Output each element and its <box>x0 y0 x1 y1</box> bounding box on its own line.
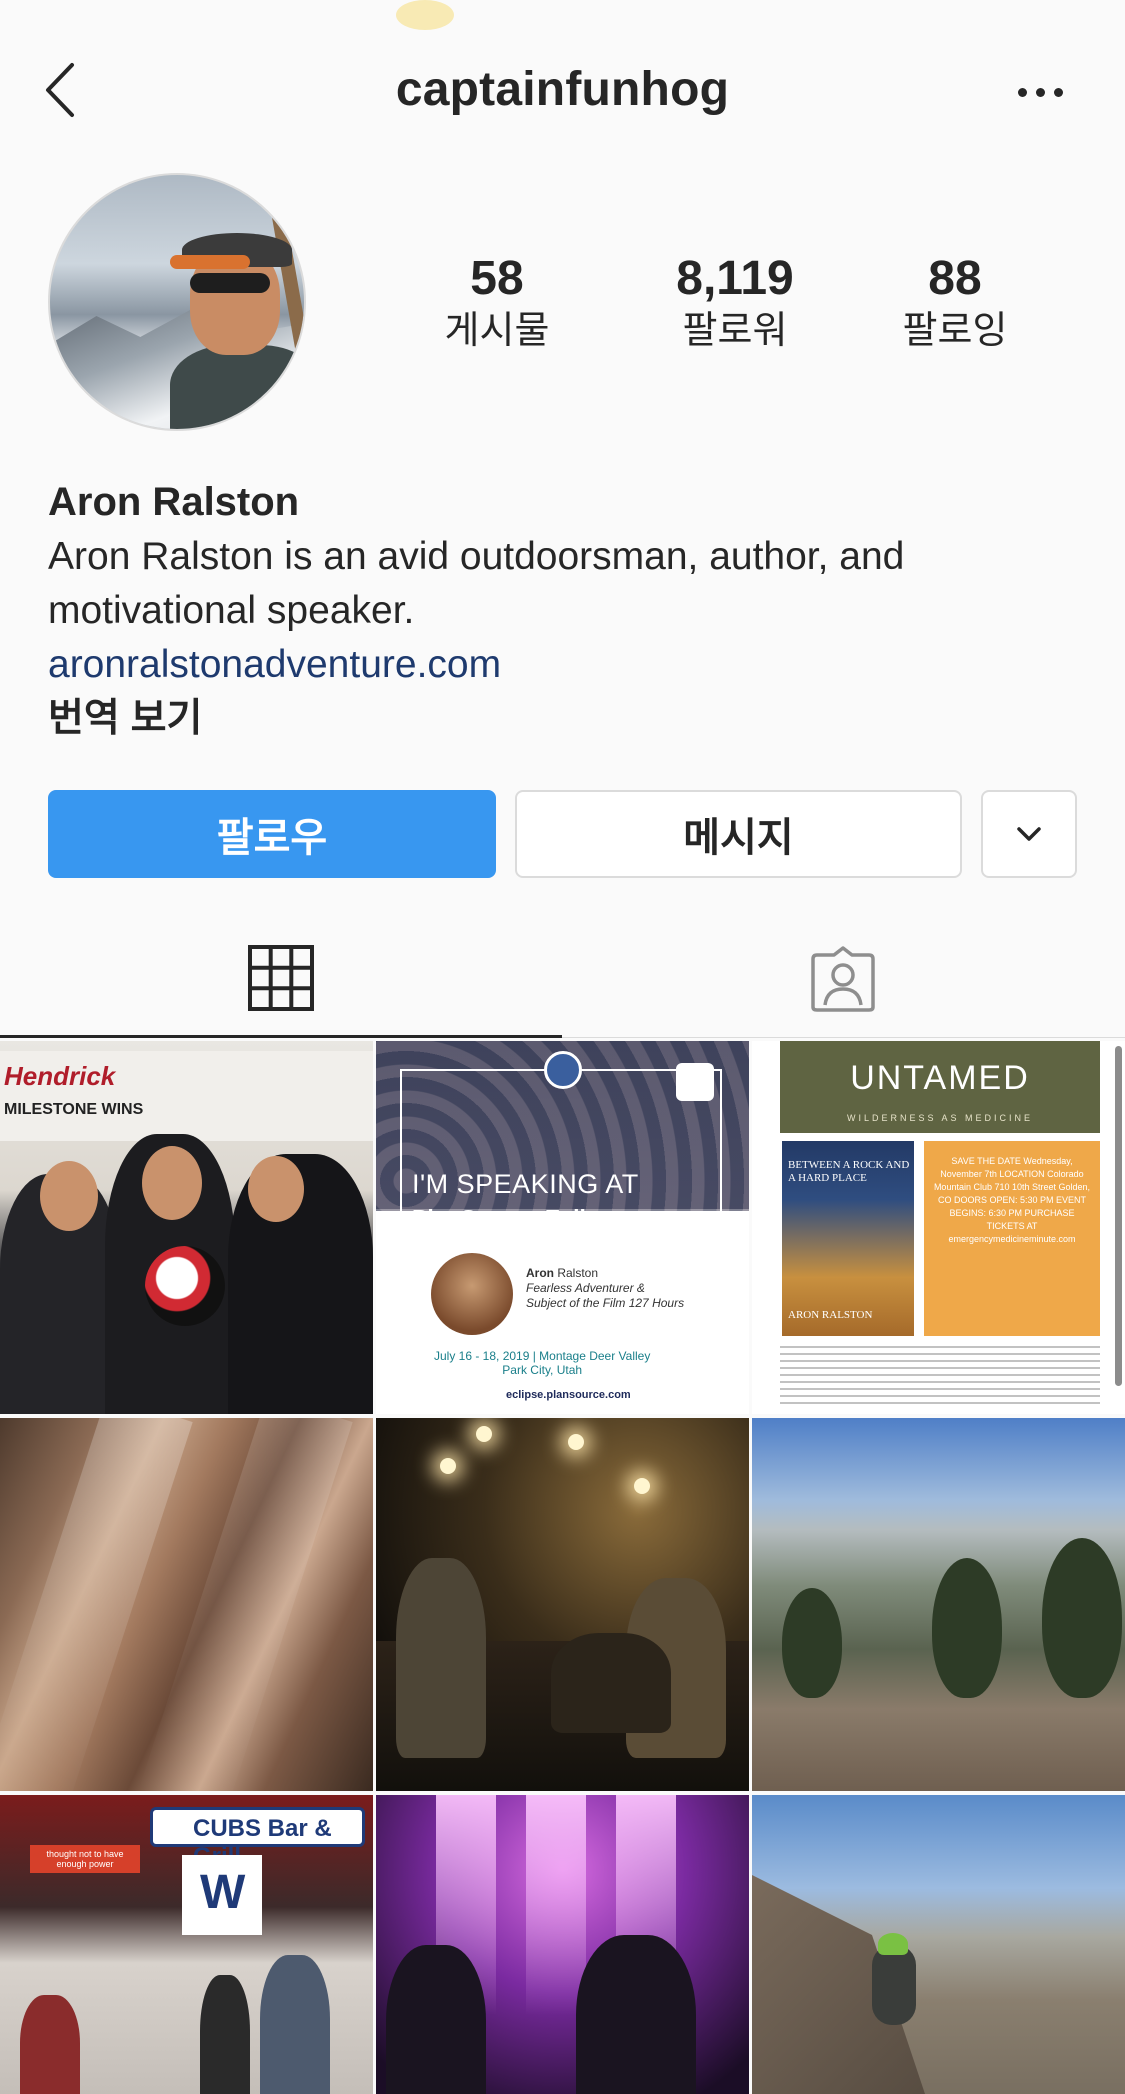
racing-helmet <box>145 1246 225 1326</box>
tab-grid[interactable] <box>0 920 562 1038</box>
followers-label: 팔로워 <box>682 310 788 352</box>
post-2-event: PlanSource Eclipse <box>412 1205 626 1231</box>
post-3-flyer-text: SAVE THE DATE Wednesday, November 7th LO… <box>933 1156 1091 1244</box>
post-2-headline: I'M SPEAKING AT <box>412 1169 639 1199</box>
posts-stat[interactable]: 58 게시물 <box>422 250 572 354</box>
post-3-title: UNTAMED <box>850 1059 1030 1097</box>
post-thumbnail-2[interactable]: I'M SPEAKING AT PlanSource Eclipse Aron … <box>376 1041 749 1414</box>
website-link[interactable]: aronralstonadventure.com <box>48 638 1088 692</box>
bio-text-line-1: Aron Ralston is an avid outdoorsman, aut… <box>48 535 905 578</box>
post-2-speaker-title-2: Subject of the Film 127 Hours <box>526 1296 685 1310</box>
following-count: 88 <box>928 252 982 305</box>
post-thumbnail-8[interactable] <box>376 1795 749 2094</box>
tab-tagged[interactable] <box>562 920 1124 1038</box>
more-horizontal-icon <box>1017 87 1027 97</box>
tagged-user-icon <box>811 946 875 1012</box>
profile-username: captainfunhog <box>395 63 730 116</box>
post-2-site: eclipse.plansource.com <box>506 1389 631 1401</box>
post-1-brand-text: Hendrick <box>4 1061 116 1091</box>
multiple-photos-icon <box>676 1063 714 1101</box>
profile-stats: 58 게시물 8,119 팔로워 88 팔로잉 <box>400 250 1100 360</box>
post-2-dates: July 16 - 18, 2019 | Montage Deer Valley <box>434 1349 651 1363</box>
post-2-speaker-first: Aron <box>526 1266 554 1280</box>
bio-text-line-2: motivational speaker. <box>48 589 415 632</box>
profile-tabs <box>0 920 1125 1038</box>
scrollbar[interactable] <box>1115 1046 1122 1386</box>
post-2-speaker-title-1: Fearless Adventurer & <box>526 1281 645 1295</box>
post-1-caption-text: MILESTONE WINS <box>4 1101 144 1118</box>
post-2-location: Park City, Utah <box>502 1363 583 1377</box>
following-label: 팔로잉 <box>902 310 1008 352</box>
followers-stat[interactable]: 8,119 팔로워 <box>630 250 840 354</box>
grid-icon <box>248 944 314 1011</box>
post-thumbnail-7[interactable]: CUBS Bar & Grill thought not to have eno… <box>0 1795 373 2094</box>
post-2-speaker-last: Ralston <box>557 1266 599 1280</box>
post-thumbnail-6[interactable] <box>752 1418 1125 1791</box>
post-thumbnail-1[interactable]: Hendrick MILESTONE WINS <box>0 1041 373 1414</box>
post-3-book-title: BETWEEN A ROCK AND A HARD PLACE <box>788 1159 910 1184</box>
posts-label: 게시물 <box>444 310 550 352</box>
posts-count: 58 <box>470 252 524 305</box>
see-translation-link[interactable]: 번역 보기 <box>48 692 1088 746</box>
post-7-flag-text: W <box>200 1866 246 1919</box>
more-options-button[interactable] <box>1005 72 1075 112</box>
post-thumbnail-3[interactable]: UNTAMED WILDERNESS AS MEDICINE BETWEEN A… <box>752 1041 1125 1414</box>
microphone-icon <box>544 1051 582 1089</box>
profile-actions: 팔로우 메시지 <box>48 790 1078 878</box>
post-7-led-text: thought not to have enough power <box>46 1849 124 1869</box>
top-navigation-bar: captainfunhog <box>0 40 1125 150</box>
message-button[interactable]: 메시지 <box>515 790 962 878</box>
post-thumbnail-9[interactable] <box>752 1795 1125 2094</box>
profile-avatar[interactable] <box>48 173 306 431</box>
chevron-down-icon <box>1017 827 1041 841</box>
profile-full-name: Aron Ralston <box>48 480 300 524</box>
following-stat[interactable]: 88 팔로잉 <box>880 250 1030 354</box>
posts-grid: Hendrick MILESTONE WINS I'M SPEAKING AT … <box>0 1041 1125 2094</box>
post-3-subtitle: WILDERNESS AS MEDICINE <box>846 1113 1034 1123</box>
follow-button[interactable]: 팔로우 <box>48 790 496 878</box>
followers-count: 8,119 <box>676 252 794 305</box>
suggested-accounts-button[interactable] <box>981 790 1077 878</box>
status-bar-smudge <box>396 0 454 30</box>
post-thumbnail-4[interactable] <box>0 1418 373 1791</box>
post-3-book-author: ARON RALSTON <box>788 1309 873 1321</box>
profile-bio: Aron Ralston Aron Ralston is an avid out… <box>48 474 1088 746</box>
post-thumbnail-5[interactable] <box>376 1418 749 1791</box>
